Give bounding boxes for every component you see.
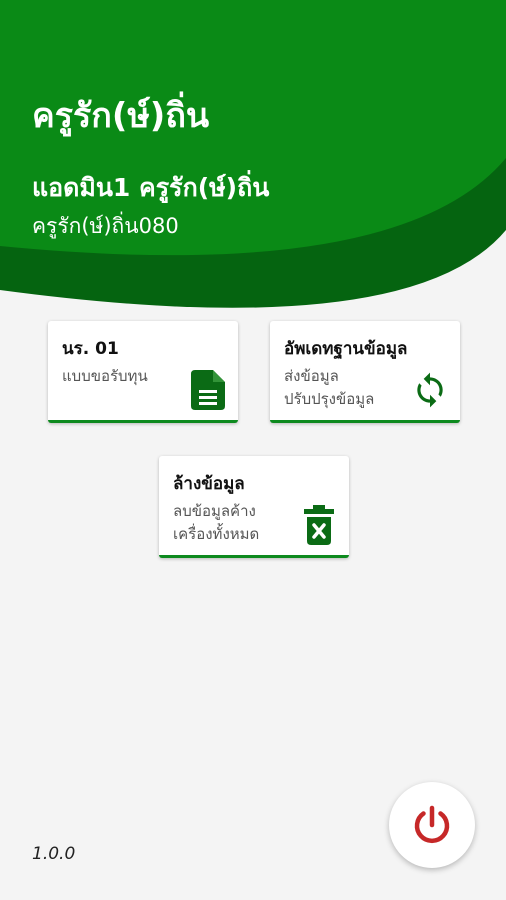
app-version: 1.0.0	[32, 844, 76, 864]
card-desc-line2: เครื่องทั้งหมด	[173, 525, 260, 543]
card-title: อัพเดทฐานข้อมูล	[284, 339, 408, 359]
power-icon	[414, 805, 450, 844]
app-title: ครูรัก(ษ์)ถิ่น	[32, 96, 210, 136]
card-description: แบบขอรับทุน	[62, 365, 148, 388]
card-clear-data[interactable]: ล้างข้อมูล ลบข้อมูลค้าง เครื่องทั้งหมด	[159, 456, 349, 558]
card-title: นร. 01	[62, 339, 119, 359]
card-description: ส่งข้อมูล ปรับปรุงข้อมูล	[284, 365, 374, 411]
card-desc-line1: ลบข้อมูลค้าง	[173, 502, 256, 520]
header-background	[0, 0, 506, 330]
card-update-database[interactable]: อัพเดทฐานข้อมูล ส่งข้อมูล ปรับปรุงข้อมูล	[270, 321, 460, 423]
card-desc-line1: แบบขอรับทุน	[62, 367, 148, 385]
card-title: ล้างข้อมูล	[173, 474, 245, 494]
card-desc-line1: ส่งข้อมูล	[284, 367, 339, 385]
document-icon	[188, 370, 228, 410]
user-name: แอดมิน1 ครูรัก(ษ์)ถิ่น	[32, 173, 270, 202]
user-school: ครูรัก(ษ์)ถิ่น080	[32, 214, 179, 238]
card-desc-line2: ปรับปรุงข้อมูล	[284, 390, 375, 408]
sync-icon	[410, 370, 450, 410]
logout-button[interactable]	[389, 782, 475, 868]
card-scholarship-form[interactable]: นร. 01 แบบขอรับทุน	[48, 321, 238, 423]
card-description: ลบข้อมูลค้าง เครื่องทั้งหมด	[173, 500, 259, 546]
delete-icon	[299, 505, 339, 545]
